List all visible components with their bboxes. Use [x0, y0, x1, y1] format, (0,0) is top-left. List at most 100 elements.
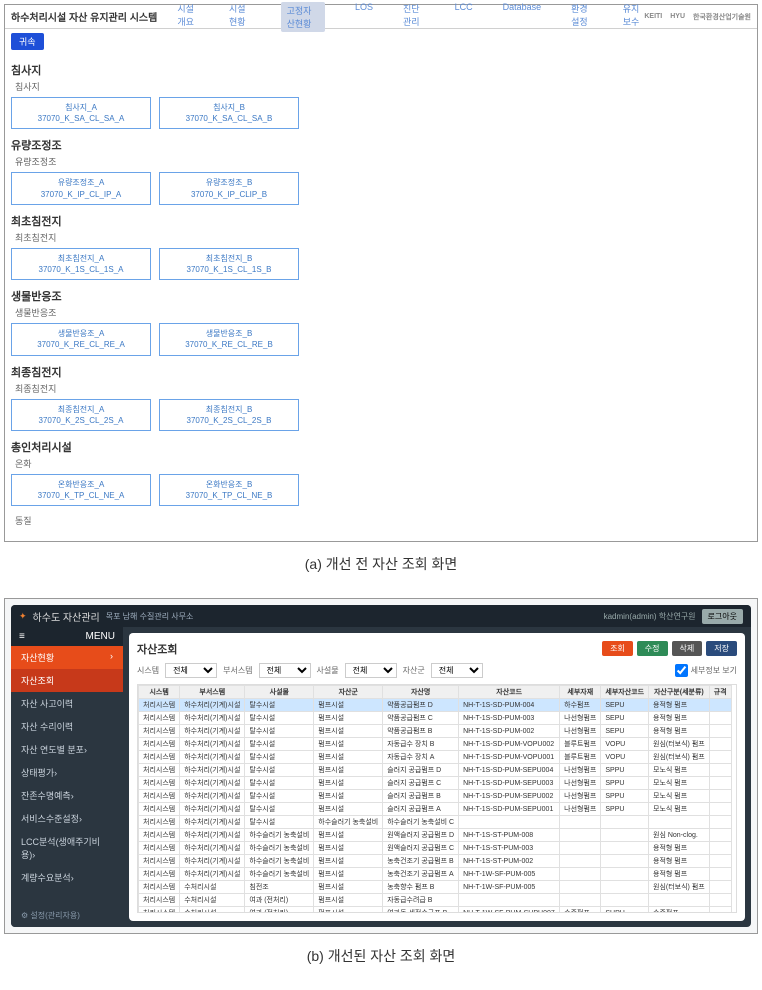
- asset-card-code: 37070_K_SA_CL_SA_B: [164, 113, 294, 124]
- column-header[interactable]: 부서스템: [180, 686, 245, 699]
- settings-link[interactable]: ⚙ 설정(관리자용): [11, 904, 123, 927]
- return-button[interactable]: 귀속: [11, 33, 44, 50]
- delete-button[interactable]: 삭제: [672, 641, 703, 656]
- sidebar-item[interactable]: 계량수요분석›: [11, 866, 123, 889]
- column-header[interactable]: 세부자산코드: [601, 686, 649, 699]
- column-header[interactable]: 자산명: [383, 686, 459, 699]
- filter-select[interactable]: 전체: [165, 663, 217, 678]
- sidebar-item[interactable]: 서비스수준설정›: [11, 807, 123, 830]
- table-row[interactable]: 처리시스템하수처리(기계)시설탈수시설펌프시설슬러지 공급펌프 BNH-T-1S…: [139, 790, 732, 803]
- table-row[interactable]: 처리시스템하수처리(기계)시설하수슬러기 농축설비펌프시설농축건조기 공급펌프 …: [139, 855, 732, 868]
- cell: 원심(터보식) 펌프: [649, 751, 710, 764]
- table-row[interactable]: 처리시스템수처리시설여과 (전처리)펌프시설자동급수려급 B: [139, 894, 732, 907]
- table-row[interactable]: 처리시스템수처리시설침전조펌프시설농축향수 펌프 BNH-T-1W-SF-PUM…: [139, 881, 732, 894]
- asset-card[interactable]: 유량조정조_B37070_K_IP_CLIP_B: [159, 172, 299, 204]
- cell: 펌프시설: [314, 842, 383, 855]
- table-row[interactable]: 처리시스템하수처리(기계)시설탈수시설하수슬러기 농축설비하수슬러기 농축설비 …: [139, 816, 732, 829]
- chevron-right-icon: ›: [71, 873, 74, 883]
- table-row[interactable]: 처리시스템하수처리(기계)시설하수슬러기 농축설비펌프시설농축건조기 공급펌프 …: [139, 868, 732, 881]
- asset-card[interactable]: 최종침전지_B37070_K_2S_CL_2S_B: [159, 399, 299, 431]
- asset-card[interactable]: 온화반응조_A37070_K_TP_CL_NE_A: [11, 474, 151, 506]
- save-button[interactable]: 저장: [706, 641, 737, 656]
- column-header[interactable]: 사설물: [245, 686, 314, 699]
- filter-select[interactable]: 전체: [345, 663, 397, 678]
- partner-logo: KEITI: [644, 13, 662, 20]
- group-title: 침사지: [11, 62, 751, 78]
- nav-tab[interactable]: 고정자산현황: [281, 2, 325, 32]
- table-row[interactable]: 처리시스템하수처리(기계)시설탈수시설펌프시설슬러지 공급펌프 DNH-T-1S…: [139, 764, 732, 777]
- asset-card[interactable]: 생물반응조_A37070_K_RE_CL_RE_A: [11, 323, 151, 355]
- sidebar-item-label: 자산 연도별 분포: [21, 745, 84, 755]
- sidebar-item-label: 자산조회: [21, 676, 54, 686]
- column-header[interactable]: 시스템: [139, 686, 180, 699]
- filter-select[interactable]: 전체: [431, 663, 483, 678]
- action-bar: 조회 수정 삭제 저장: [602, 641, 737, 656]
- sidebar-item[interactable]: 자산 수리이력: [11, 715, 123, 738]
- table-row[interactable]: 처리시스템하수처리(기계)시설탈수시설펌프시설자동급수 장치 ANH-T-1S-…: [139, 751, 732, 764]
- asset-card-name: 온화반응조_B: [164, 479, 294, 490]
- nav-tab[interactable]: 유지보수: [623, 2, 645, 32]
- table-row[interactable]: 처리시스템하수처리(기계)시설탈수시설펌프시설약품공급펌프 CNH-T-1S-S…: [139, 712, 732, 725]
- asset-card[interactable]: 최종침전지_A37070_K_2S_CL_2S_A: [11, 399, 151, 431]
- cell: [709, 699, 731, 712]
- sidebar-item[interactable]: 자산 사고이력: [11, 692, 123, 715]
- sidebar-item[interactable]: 잔존수명예측›: [11, 784, 123, 807]
- nav-tab[interactable]: Database: [503, 2, 542, 32]
- cell: [709, 894, 731, 907]
- sidebar-item[interactable]: 자산현황›: [11, 646, 123, 669]
- partner-logo: HYU: [670, 13, 685, 20]
- cell: NH-T-1S-SD-PUM-SEPU001: [459, 803, 560, 816]
- asset-card[interactable]: 최초침전지_B37070_K_1S_CL_1S_B: [159, 248, 299, 280]
- table-row[interactable]: 처리시스템하수처리(기계)시설탈수시설펌프시설슬러지 공급펌프 ANH-T-1S…: [139, 803, 732, 816]
- table-row[interactable]: 처리시스템수처리시설여과 (전처리)펌프시설여과동 세정수급프 BNH-T-1W…: [139, 907, 732, 914]
- sidebar-item[interactable]: 자산조회: [11, 669, 123, 692]
- asset-card-code: 37070_K_2S_CL_2S_A: [16, 415, 146, 426]
- sidebar-item[interactable]: 자산 연도별 분포›: [11, 738, 123, 761]
- cell: 침전조: [245, 881, 314, 894]
- edit-button[interactable]: 수정: [637, 641, 668, 656]
- asset-card[interactable]: 침사지_A37070_K_SA_CL_SA_A: [11, 97, 151, 129]
- nav-tab[interactable]: 진단관리: [403, 2, 425, 32]
- table-row[interactable]: 처리시스템하수처리(기계)시설탈수시설펌프시설슬러지 공급펌프 CNH-T-1S…: [139, 777, 732, 790]
- cell: [709, 777, 731, 790]
- table-row[interactable]: 처리시스템하수처리(기계)시설탈수시설펌프시설약품공급펌프 DNH-T-1S-S…: [139, 699, 732, 712]
- cell: [709, 725, 731, 738]
- logout-button[interactable]: 로그아웃: [702, 609, 743, 624]
- detail-checkbox-label[interactable]: 세부정보 보기: [675, 664, 737, 677]
- nav-tab[interactable]: 환경설정: [571, 2, 593, 32]
- cell: 탈수시설: [245, 712, 314, 725]
- column-header[interactable]: 자산구분(세분류): [649, 686, 710, 699]
- table-row[interactable]: 처리시스템하수처리(기계)시설탈수시설펌프시설자동급수 장치 BNH-T-1S-…: [139, 738, 732, 751]
- column-header[interactable]: 규격: [709, 686, 731, 699]
- cell: [709, 803, 731, 816]
- cell: [709, 764, 731, 777]
- sidebar-item[interactable]: 상태평가›: [11, 761, 123, 784]
- nav-tab[interactable]: 시설개요: [177, 2, 199, 32]
- nav-tab[interactable]: 시설현황: [229, 2, 251, 32]
- trailing-sub: 동질: [15, 514, 751, 527]
- asset-card[interactable]: 온화반응조_B37070_K_TP_CL_NE_B: [159, 474, 299, 506]
- asset-card[interactable]: 최초침전지_A37070_K_1S_CL_1S_A: [11, 248, 151, 280]
- asset-card[interactable]: 생물반응조_B37070_K_RE_CL_RE_B: [159, 323, 299, 355]
- asset-card[interactable]: 침사지_B37070_K_SA_CL_SA_B: [159, 97, 299, 129]
- column-header[interactable]: 자산군: [314, 686, 383, 699]
- results-table-wrap[interactable]: 시스템부서스템사설물자산군자산명자산코드세부자재세부자산코드자산구분(세분류)규…: [137, 684, 737, 913]
- cell: [560, 829, 601, 842]
- nav-tab[interactable]: LOS: [355, 2, 373, 32]
- cell: 펌프시설: [314, 777, 383, 790]
- sidebar-item[interactable]: LCC분석(생애주기비용)›: [11, 830, 123, 866]
- table-row[interactable]: 처리시스템하수처리(기계)시설하수슬러기 농축설비펌프시설원액슬러지 공급펌프 …: [139, 842, 732, 855]
- table-row[interactable]: 처리시스템하수처리(기계)시설하수슬러기 농축설비펌프시설원액슬러지 공급펌프 …: [139, 829, 732, 842]
- column-header[interactable]: 세부자재: [560, 686, 601, 699]
- table-row[interactable]: 처리시스템하수처리(기계)시설탈수시설펌프시설약품공급펌프 BNH-T-1S-S…: [139, 725, 732, 738]
- column-header[interactable]: 자산코드: [459, 686, 560, 699]
- asset-card[interactable]: 유량조정조_A37070_K_IP_CL_IP_A: [11, 172, 151, 204]
- detail-checkbox[interactable]: [675, 664, 688, 677]
- filter-select[interactable]: 전체: [259, 663, 311, 678]
- cell: 하수처리(기계)시설: [180, 777, 245, 790]
- menu-header[interactable]: ≡ MENU: [11, 627, 123, 646]
- search-button[interactable]: 조회: [602, 641, 633, 656]
- cell: [709, 712, 731, 725]
- nav-tab[interactable]: LCC: [455, 2, 473, 32]
- cell: 탈수시설: [245, 738, 314, 751]
